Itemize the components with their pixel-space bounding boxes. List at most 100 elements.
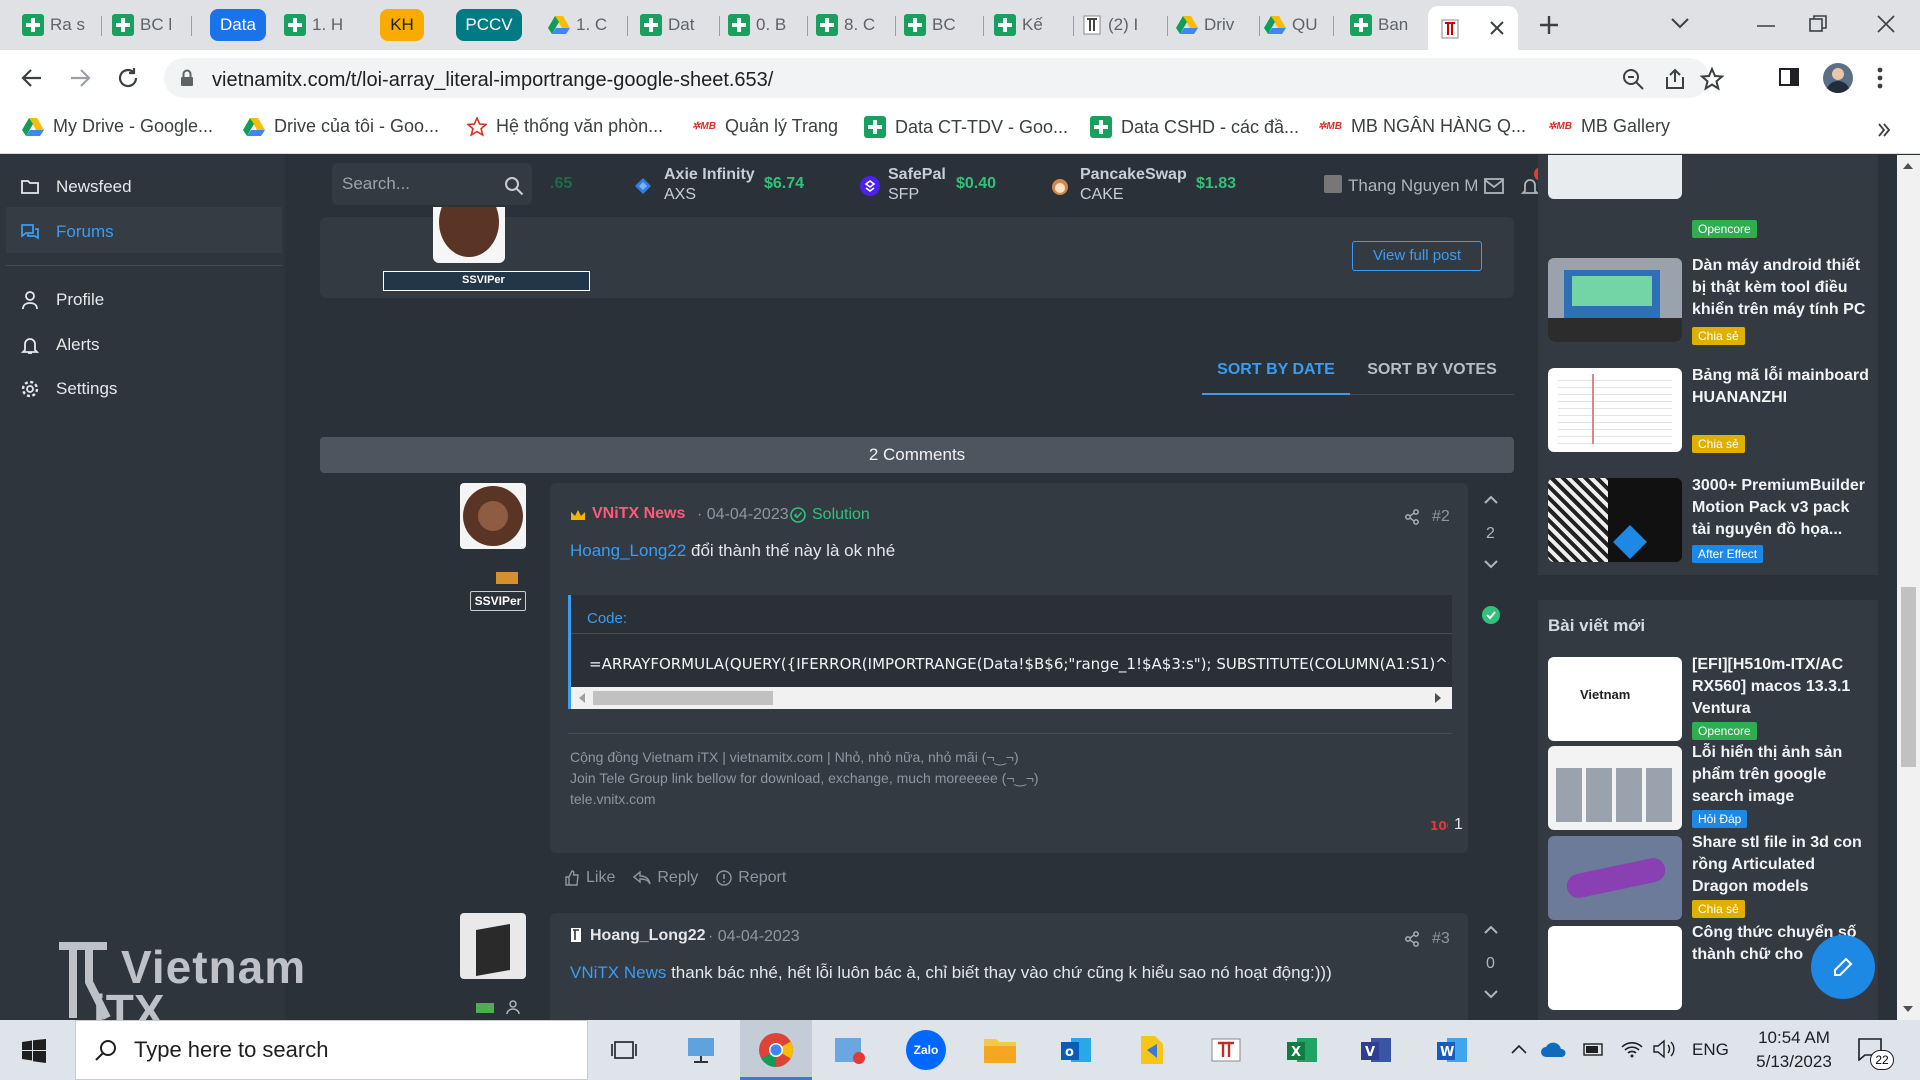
mail-icon[interactable] bbox=[1484, 178, 1504, 194]
volume-icon[interactable] bbox=[1652, 1039, 1676, 1059]
windows-start-icon[interactable] bbox=[22, 1039, 46, 1063]
forward-icon[interactable] bbox=[68, 66, 92, 90]
restore-icon[interactable] bbox=[1808, 14, 1828, 34]
tab-sort-by-date[interactable]: SORT BY DATE bbox=[1202, 361, 1350, 395]
post-thumbnail[interactable] bbox=[1548, 368, 1682, 452]
downvote-icon[interactable] bbox=[1484, 559, 1498, 569]
scroll-right-icon[interactable] bbox=[1435, 693, 1441, 703]
post-title[interactable]: Dàn máy android thiết bị thật kèm tool đ… bbox=[1692, 255, 1872, 321]
language-indicator[interactable]: ENG bbox=[1692, 1040, 1729, 1060]
wifi-icon[interactable] bbox=[1620, 1039, 1644, 1059]
view-full-post-button[interactable]: View full post bbox=[1352, 241, 1482, 271]
scroll-down-icon[interactable] bbox=[1903, 1006, 1913, 1014]
avatar[interactable] bbox=[460, 483, 526, 549]
profile-avatar[interactable] bbox=[1823, 63, 1853, 93]
tab-group-pccv[interactable]: PCCV bbox=[456, 9, 522, 41]
bookmark-data-ct-tdv[interactable]: Data CT-TDV - Goo... bbox=[864, 116, 1068, 138]
post-title[interactable]: Bảng mã lỗi mainboard HUANANZHI bbox=[1692, 365, 1872, 409]
tab-sort-by-votes[interactable]: SORT BY VOTES bbox=[1350, 361, 1514, 395]
battery-icon[interactable] bbox=[1582, 1040, 1606, 1058]
username[interactable]: Thang Nguyen M bbox=[1348, 176, 1478, 196]
tab-active[interactable] bbox=[1428, 6, 1518, 50]
post-thumbnail[interactable] bbox=[1548, 926, 1682, 1010]
tab-11[interactable]: BC bbox=[904, 8, 984, 42]
address-bar[interactable]: vietnamitx.com/t/loi-array_literal-impor… bbox=[164, 58, 1724, 98]
bookmark-he-thong[interactable]: Hệ thống văn phòn... bbox=[467, 116, 663, 137]
bookmark-mb-ngan-hang[interactable]: ✲MB MB NGÂN HÀNG Q... bbox=[1318, 116, 1526, 137]
post-tag[interactable]: Chia sẻ bbox=[1692, 900, 1745, 918]
side-panel-icon[interactable] bbox=[1778, 66, 1800, 88]
excel-icon[interactable]: X bbox=[1282, 1030, 1322, 1070]
minimize-icon[interactable] bbox=[1757, 24, 1775, 28]
share-icon[interactable] bbox=[1404, 509, 1420, 525]
mention-link[interactable]: Hoang_Long22 bbox=[570, 541, 686, 560]
post-title[interactable]: Lỗi hiển thị ảnh sản phẩm trên google se… bbox=[1692, 742, 1872, 808]
nav-forums[interactable]: Forums bbox=[20, 222, 114, 242]
page-scrollbar[interactable] bbox=[1897, 155, 1920, 1020]
clock[interactable]: 10:54 AM 5/13/2023 bbox=[1744, 1026, 1844, 1074]
taskbar-search-input[interactable]: Type here to search bbox=[75, 1020, 588, 1080]
upvote-icon[interactable] bbox=[1484, 495, 1498, 505]
tab-group-kh[interactable]: KH bbox=[380, 9, 424, 41]
tab-7[interactable]: 1. C bbox=[548, 8, 628, 42]
tab-8[interactable]: Dat bbox=[640, 8, 720, 42]
code-scrollbar[interactable] bbox=[571, 687, 1452, 709]
tab-9[interactable]: 0. B bbox=[728, 8, 808, 42]
close-icon[interactable] bbox=[1488, 19, 1506, 37]
tab-14[interactable]: Driv bbox=[1176, 8, 1260, 42]
user-plus-icon[interactable] bbox=[506, 999, 522, 1015]
nav-alerts[interactable]: Alerts bbox=[20, 335, 99, 355]
zoom-icon[interactable] bbox=[1622, 68, 1644, 90]
comment-author[interactable]: Hoang_Long22 bbox=[590, 927, 706, 945]
nav-profile[interactable]: Profile bbox=[20, 290, 104, 310]
tab-10[interactable]: 8. C bbox=[816, 8, 896, 42]
tab-16[interactable]: Ban bbox=[1350, 8, 1420, 42]
folder-icon[interactable] bbox=[980, 1030, 1020, 1070]
post-thumbnail[interactable] bbox=[1548, 746, 1682, 830]
star-icon[interactable] bbox=[1700, 67, 1724, 91]
scroll-left-icon[interactable] bbox=[579, 693, 585, 703]
window-close-icon[interactable] bbox=[1876, 14, 1896, 34]
scroll-thumb[interactable] bbox=[1901, 587, 1916, 767]
chevron-up-icon[interactable] bbox=[1511, 1044, 1527, 1054]
tab-15[interactable]: QU bbox=[1264, 8, 1334, 42]
tab-12[interactable]: Kế bbox=[994, 8, 1074, 42]
more-bookmarks-icon[interactable] bbox=[1878, 123, 1890, 137]
post-tag[interactable]: Chia sẻ bbox=[1692, 435, 1745, 453]
comment-number[interactable]: #2 bbox=[1432, 508, 1450, 526]
bookmark-drive-cua-toi[interactable]: Drive của tôi - Goo... bbox=[243, 116, 439, 137]
tab-2[interactable]: BC l bbox=[112, 8, 192, 42]
share-icon[interactable] bbox=[1664, 68, 1686, 90]
task-view-icon[interactable] bbox=[604, 1030, 644, 1070]
word-icon[interactable]: W bbox=[1432, 1030, 1472, 1070]
menu-icon[interactable] bbox=[1876, 66, 1884, 90]
like-button[interactable]: Like bbox=[564, 869, 615, 887]
outlook-icon[interactable]: o bbox=[1056, 1030, 1096, 1070]
post-thumbnail[interactable] bbox=[1548, 836, 1682, 920]
search-icon[interactable] bbox=[504, 176, 524, 196]
avatar[interactable] bbox=[460, 913, 526, 979]
search-input[interactable]: Search... bbox=[332, 163, 532, 205]
nav-settings[interactable]: Settings bbox=[20, 379, 117, 399]
mention-link[interactable]: VNiTX News bbox=[570, 963, 666, 982]
post-title[interactable]: [EFI][H510m-ITX/AC RX560] macos 13.3.1 V… bbox=[1692, 654, 1872, 720]
tab-1[interactable]: Ra s bbox=[22, 8, 102, 42]
post-thumbnail[interactable] bbox=[1548, 478, 1682, 562]
user-avatar-icon[interactable] bbox=[1324, 175, 1342, 193]
post-tag[interactable]: Opencore bbox=[1692, 722, 1757, 740]
scroll-up-icon[interactable] bbox=[1903, 161, 1913, 169]
post-thumbnail[interactable] bbox=[1548, 155, 1682, 199]
upvote-icon[interactable] bbox=[1484, 925, 1498, 935]
post-thumbnail[interactable] bbox=[1548, 258, 1682, 342]
file-manager-icon[interactable] bbox=[1132, 1030, 1172, 1070]
visio-icon[interactable]: V bbox=[1356, 1030, 1396, 1070]
post-title[interactable]: Share stl file in 3d con rồng Articulate… bbox=[1692, 832, 1872, 898]
new-tab-icon[interactable] bbox=[1538, 14, 1560, 36]
share-icon[interactable] bbox=[1404, 931, 1420, 947]
downvote-icon[interactable] bbox=[1484, 989, 1498, 999]
bookmark-mb-gallery[interactable]: ✲MB MB Gallery bbox=[1548, 116, 1670, 137]
post-tag[interactable]: Opencore bbox=[1692, 220, 1757, 238]
post-title[interactable]: 3000+ PremiumBuilder Motion Pack v3 pack… bbox=[1692, 475, 1872, 541]
chevron-down-icon[interactable] bbox=[1670, 16, 1690, 30]
post-thumbnail[interactable]: Vietnam bbox=[1548, 657, 1682, 741]
